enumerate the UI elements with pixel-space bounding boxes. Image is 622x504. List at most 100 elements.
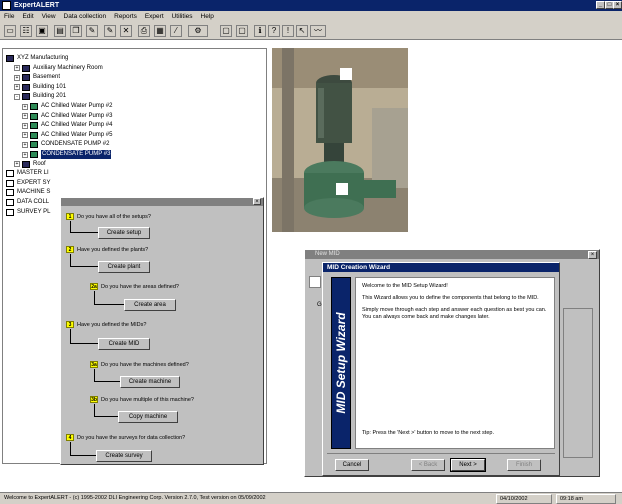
step-connector-line bbox=[70, 221, 98, 233]
wizard-step-question: 3b Do you have multiple of this machine? bbox=[90, 396, 194, 403]
machine-icon bbox=[30, 151, 38, 158]
info-icon[interactable]: ℹ bbox=[254, 25, 266, 37]
menu-data-collection[interactable]: Data collection bbox=[64, 13, 107, 20]
expand-icon[interactable]: + bbox=[22, 113, 28, 120]
expand-icon[interactable]: + bbox=[22, 151, 28, 158]
menu-edit[interactable]: Edit bbox=[22, 13, 33, 20]
wizard-step-button[interactable]: Create setup bbox=[98, 227, 150, 239]
app-icon bbox=[2, 1, 11, 10]
pointer-icon[interactable]: ↖ bbox=[296, 25, 308, 37]
building-icon bbox=[22, 74, 30, 82]
menu-utilities[interactable]: Utilities bbox=[172, 13, 193, 20]
wizard-step-question: 1 Do you have all of the setups? bbox=[66, 213, 151, 220]
machine-icon bbox=[30, 122, 38, 130]
menu-expert[interactable]: Expert bbox=[145, 13, 164, 20]
expand-icon[interactable]: + bbox=[22, 141, 28, 148]
wizard-icon[interactable]: ! bbox=[282, 25, 294, 37]
help-icon[interactable]: ? bbox=[268, 25, 280, 37]
step-number-badge: 2a bbox=[90, 283, 98, 290]
step-question-text: Have you defined the plants? bbox=[77, 246, 149, 253]
back-button[interactable]: < Back bbox=[411, 459, 445, 471]
tree-item-label: CONDENSATE PUMP #3 bbox=[41, 150, 112, 159]
expand-icon[interactable]: + bbox=[14, 84, 20, 91]
wizard-step-button[interactable]: Create survey bbox=[96, 450, 152, 462]
menu-help[interactable]: Help bbox=[201, 13, 214, 20]
report-icon[interactable]: ▦ bbox=[154, 25, 166, 37]
building-icon[interactable]: ▣ bbox=[36, 25, 48, 37]
tree-item[interactable]: + Basement bbox=[14, 73, 60, 82]
chart-icon[interactable]: ⁄ bbox=[170, 25, 182, 37]
tree-item-label: DATA COLL bbox=[17, 199, 50, 205]
tree-item[interactable]: MASTER LI bbox=[6, 169, 49, 178]
new-mid-title: New MID bbox=[315, 251, 340, 257]
machine-icon bbox=[30, 103, 38, 110]
tree-item[interactable]: + CONDENSATE PUMP #2 bbox=[22, 140, 109, 149]
setup-wizard-close-button[interactable]: × bbox=[253, 198, 261, 205]
folder-icon bbox=[6, 170, 14, 178]
new-mid-close-button[interactable]: × bbox=[588, 251, 597, 259]
wizard-step-button[interactable]: Create plant bbox=[98, 261, 150, 273]
wizard-step-question: 2 Have you defined the plants? bbox=[66, 246, 148, 253]
delete-icon[interactable]: ✕ bbox=[120, 25, 132, 37]
copy-icon[interactable]: ❐ bbox=[70, 25, 82, 37]
tree-item[interactable]: + CONDENSATE PUMP #3 bbox=[22, 150, 112, 159]
tree-item[interactable]: DATA COLL bbox=[6, 198, 49, 207]
edit-icon[interactable]: ✎ bbox=[86, 25, 98, 37]
expand-icon[interactable]: + bbox=[14, 161, 20, 168]
expand-icon[interactable]: + bbox=[14, 65, 20, 72]
tree-item[interactable]: SURVEY PL bbox=[6, 208, 50, 217]
tree-item[interactable]: + Auxiliary Machinery Room bbox=[14, 64, 103, 73]
tree-item[interactable]: + AC Chilled Water Pump #2 bbox=[22, 102, 112, 111]
tree-item[interactable]: MACHINE S bbox=[6, 188, 50, 197]
toolbar: ▭ ☷ ▣ ▤ ❐ ✎ ✎ ✕ ⎙ ▦ ⁄ ⚙ ▢ ▢ ℹ ? ! ↖ 〰 bbox=[0, 22, 622, 40]
expand-icon[interactable]: + bbox=[22, 132, 28, 139]
menu-file[interactable]: File bbox=[4, 13, 14, 20]
tree-item-label: MACHINE S bbox=[17, 189, 51, 196]
menu-reports[interactable]: Reports bbox=[114, 13, 137, 20]
expand-icon[interactable]: + bbox=[14, 74, 20, 81]
cancel-button[interactable]: Cancel bbox=[335, 459, 369, 471]
new-icon[interactable]: ▭ bbox=[4, 25, 16, 37]
wizard-step-button[interactable]: Create MID bbox=[98, 338, 150, 350]
collapse-icon[interactable]: - bbox=[14, 93, 20, 100]
graph-icon[interactable]: 〰 bbox=[310, 25, 326, 37]
tree-item[interactable]: - Building 201 bbox=[14, 92, 66, 101]
close-button[interactable]: × bbox=[613, 1, 622, 9]
step-question-text: Do you have the surveys for data collect… bbox=[77, 434, 186, 441]
expand-icon[interactable]: + bbox=[22, 122, 28, 129]
next-button[interactable]: Next > bbox=[450, 458, 486, 472]
wizard-step-button[interactable]: Copy machine bbox=[118, 411, 178, 423]
window-icon[interactable]: ▢ bbox=[220, 25, 232, 37]
folder-icon bbox=[6, 189, 14, 197]
minimize-button[interactable]: _ bbox=[596, 1, 605, 9]
wizard-step-button[interactable]: Create machine bbox=[120, 376, 180, 388]
window-icon-2[interactable]: ▢ bbox=[236, 25, 248, 37]
step-connector-line bbox=[70, 442, 96, 456]
new-mid-panel bbox=[563, 308, 593, 458]
tree-item[interactable]: + AC Chilled Water Pump #4 bbox=[22, 121, 112, 130]
expand-icon[interactable]: + bbox=[22, 103, 28, 110]
menu-view[interactable]: View bbox=[42, 13, 56, 20]
tree-item[interactable]: + AC Chilled Water Pump #5 bbox=[22, 131, 112, 140]
edit-icon-2[interactable]: ✎ bbox=[104, 25, 116, 37]
wizard-body: Welcome to the MID Setup Wizard! This Wi… bbox=[355, 277, 555, 449]
document-icon[interactable]: ▤ bbox=[54, 25, 66, 37]
folder-icon bbox=[6, 179, 14, 187]
tree-item[interactable]: + Roof bbox=[14, 160, 46, 169]
wizard-step-button[interactable]: Create area bbox=[124, 299, 176, 311]
status-bar: Welcome to ExpertALERT - (c) 1995-2002 D… bbox=[0, 492, 622, 504]
step-connector-line bbox=[94, 291, 124, 305]
step-connector-line bbox=[94, 369, 120, 382]
finish-button[interactable]: Finish bbox=[507, 459, 541, 471]
tree-item[interactable]: + Building 101 bbox=[14, 83, 66, 92]
machine-icon[interactable]: ⚙ bbox=[188, 25, 208, 37]
step-connector-line bbox=[70, 254, 98, 267]
step-number-badge: 3b bbox=[90, 396, 98, 403]
tree-item[interactable]: + AC Chilled Water Pump #3 bbox=[22, 112, 112, 121]
tree-item[interactable]: XYZ Manufacturing bbox=[6, 54, 68, 63]
machine-icon bbox=[30, 141, 38, 149]
tree-item[interactable]: EXPERT SY bbox=[6, 179, 50, 188]
tree-icon[interactable]: ☷ bbox=[20, 25, 32, 37]
wizard-step-question: 3a Do you have the machines defined? bbox=[90, 361, 189, 368]
print-icon[interactable]: ⎙ bbox=[138, 25, 150, 37]
